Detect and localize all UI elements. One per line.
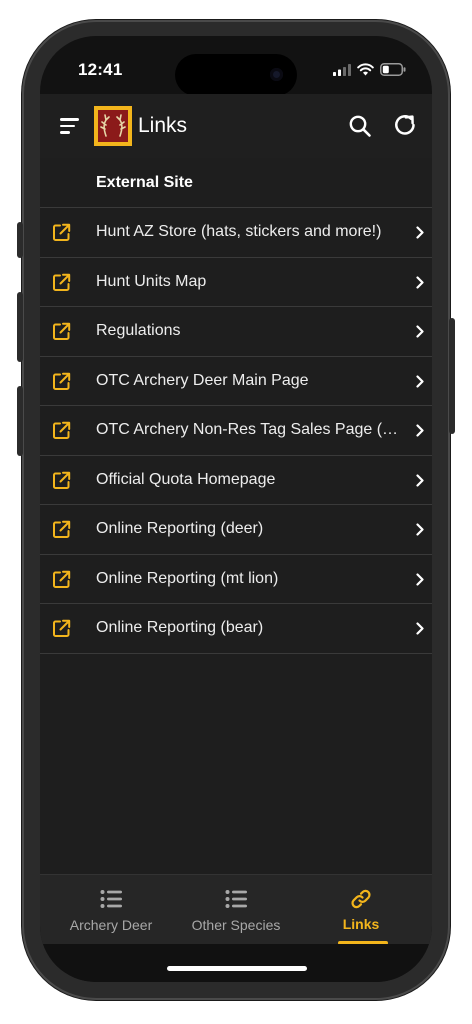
links-list: External Site Hunt AZ Store (hats, stick…: [40, 158, 432, 874]
page-title: Links: [138, 114, 188, 137]
list-icon: [225, 890, 247, 908]
status-time: 12:41: [78, 60, 123, 79]
menu-icon[interactable]: [60, 118, 80, 134]
external-link-icon: [53, 322, 71, 340]
external-link-icon: [53, 421, 71, 439]
tab-archery-deer[interactable]: Archery Deer: [46, 875, 176, 945]
external-link-icon: [53, 471, 71, 489]
volume-down-button: [17, 386, 23, 456]
battery-icon: [380, 63, 406, 76]
app-bar: Links: [40, 94, 432, 159]
dynamic-island: [175, 54, 297, 96]
external-link-icon: [53, 619, 71, 637]
bottom-tab-bar: Archery Deer Other Species Links: [40, 874, 432, 945]
link-item-store[interactable]: Hunt AZ Store (hats, stickers and more!): [40, 208, 432, 258]
list-icon: [100, 890, 122, 908]
link-label: Hunt AZ Store (hats, stickers and more!): [96, 223, 382, 240]
link-item-non-res-tag-sales[interactable]: OTC Archery Non-Res Tag Sales Page (sold…: [40, 406, 432, 456]
tab-label: Archery Deer: [69, 917, 153, 933]
external-link-icon: [53, 570, 71, 588]
link-label: Official Quota Homepage: [96, 470, 276, 488]
cellular-signal-icon: [333, 63, 351, 76]
external-link-icon: [53, 520, 71, 538]
tab-label: Other Species: [191, 917, 281, 933]
link-item-otc-archery-deer[interactable]: OTC Archery Deer Main Page: [40, 357, 432, 406]
section-header: External Site: [40, 158, 432, 208]
link-item-quota-homepage[interactable]: Official Quota Homepage: [40, 456, 432, 505]
antlers-icon: [100, 114, 126, 137]
status-icons: [333, 63, 406, 76]
link-item-units-map[interactable]: Hunt Units Map: [40, 258, 432, 307]
tab-label: Links: [342, 916, 380, 932]
link-label: OTC Archery Non-Res Tag Sales Page (sold…: [96, 421, 404, 438]
chevron-right-icon: [416, 374, 424, 388]
screen: 12:41 Links External Site Hunt AZ Store …: [40, 36, 432, 982]
volume-up-button: [17, 292, 23, 362]
home-indicator-area: [40, 944, 432, 982]
link-label: OTC Archery Deer Main Page: [96, 371, 309, 389]
search-icon[interactable]: [348, 114, 372, 138]
link-item-regulations[interactable]: Regulations: [40, 307, 432, 357]
link-item-reporting-bear[interactable]: Online Reporting (bear): [40, 604, 432, 654]
power-button: [449, 318, 455, 434]
link-label: Online Reporting (mt lion): [96, 569, 279, 587]
camera-icon: [270, 68, 283, 81]
link-label: Hunt Units Map: [96, 272, 207, 290]
chevron-right-icon: [416, 523, 424, 536]
link-label: Online Reporting (deer): [96, 520, 264, 537]
chevron-right-icon: [416, 275, 424, 289]
chevron-right-icon: [416, 572, 424, 586]
chevron-right-icon: [416, 226, 424, 239]
chevron-right-icon: [416, 473, 424, 487]
app-logo: [94, 106, 132, 146]
link-icon: [351, 889, 371, 909]
chevron-right-icon: [416, 325, 424, 338]
external-link-icon: [53, 223, 71, 241]
status-bar: 12:41: [40, 36, 432, 98]
tab-links[interactable]: Links: [296, 875, 426, 945]
refresh-icon[interactable]: [392, 112, 418, 138]
external-link-icon: [53, 372, 71, 390]
tab-other-species[interactable]: Other Species: [171, 875, 301, 945]
action-button: [17, 222, 23, 258]
wifi-icon: [357, 63, 374, 76]
external-link-icon: [53, 273, 71, 291]
chevron-right-icon: [416, 622, 424, 635]
link-label: Regulations: [96, 322, 181, 339]
link-item-reporting-mt-lion[interactable]: Online Reporting (mt lion): [40, 555, 432, 604]
link-label: Online Reporting (bear): [96, 619, 264, 636]
home-indicator[interactable]: [167, 966, 307, 971]
chevron-right-icon: [416, 424, 424, 437]
link-item-reporting-deer[interactable]: Online Reporting (deer): [40, 505, 432, 555]
